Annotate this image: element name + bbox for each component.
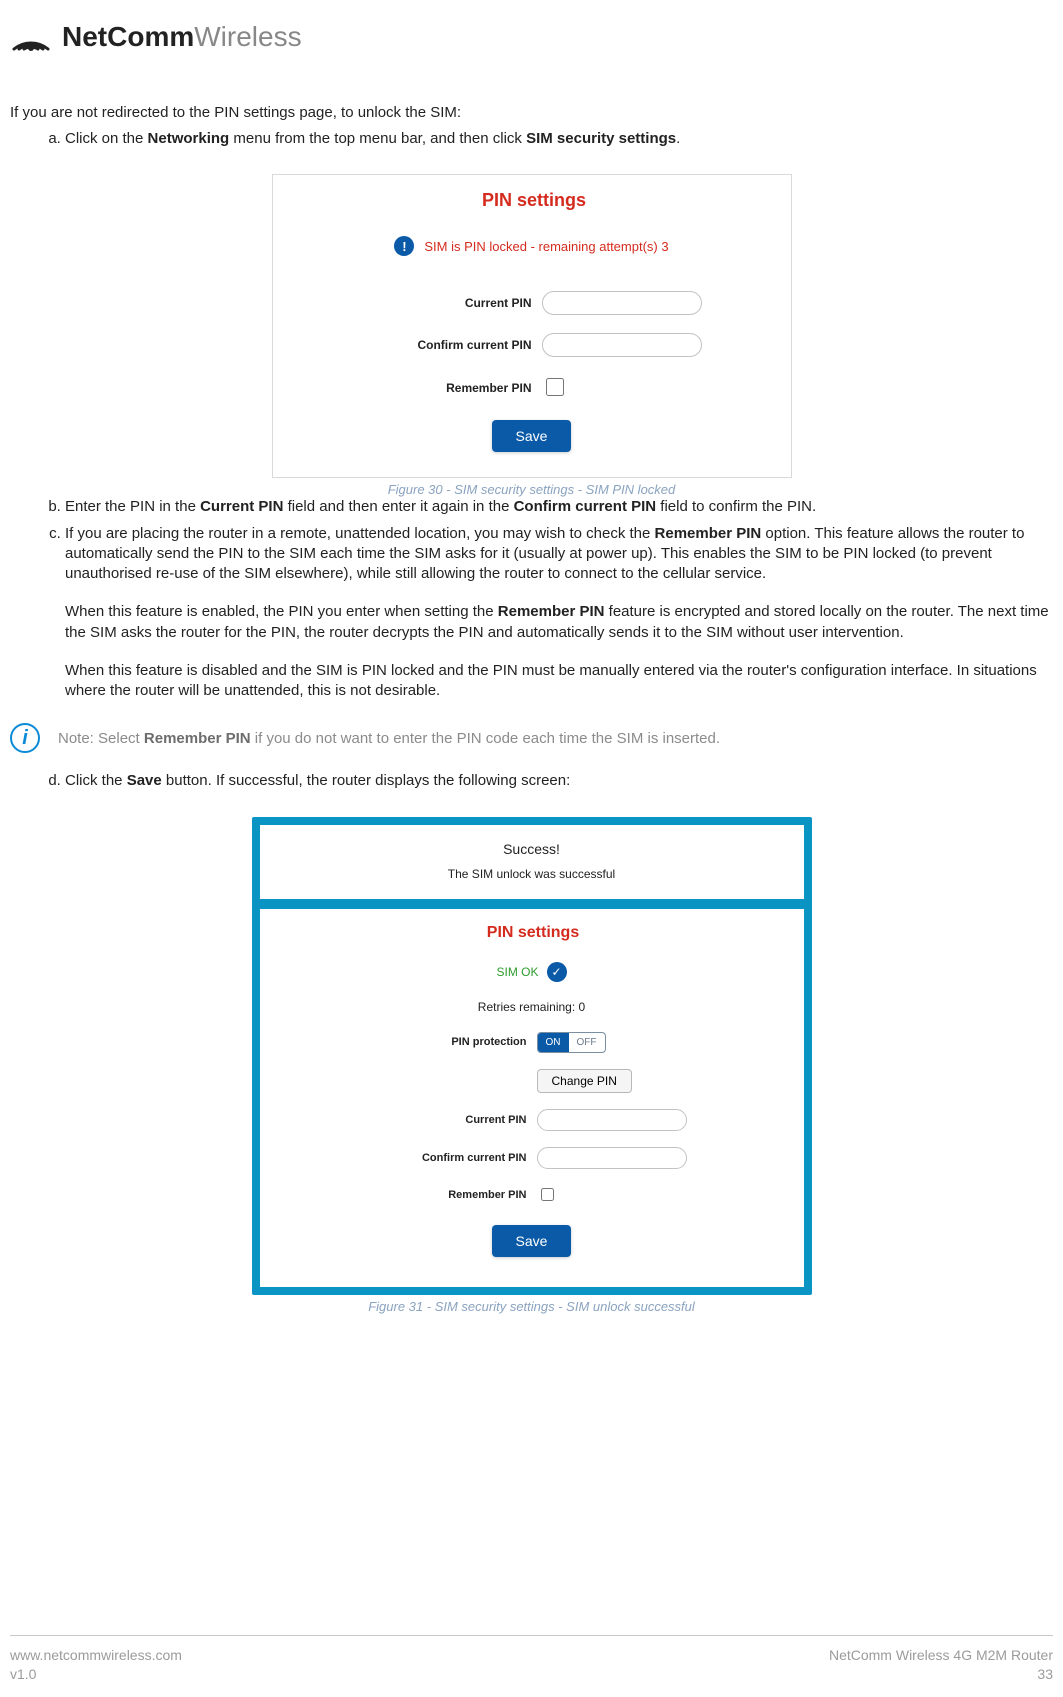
note-block: i Note: Select Remember PIN if you do no… xyxy=(10,723,1053,753)
figure-30-caption: Figure 30 - SIM security settings - SIM … xyxy=(10,482,1053,497)
info-icon: i xyxy=(10,723,40,753)
note-text: Note: Select Remember PIN if you do not … xyxy=(58,730,720,747)
pin-protection-toggle[interactable]: ON OFF xyxy=(537,1032,606,1053)
brand-text: NetCommWireless xyxy=(62,21,302,53)
remember-pin-label-2: Remember PIN xyxy=(367,1189,527,1201)
save-button-2[interactable]: Save xyxy=(492,1225,572,1257)
pin-settings-title: PIN settings xyxy=(298,190,771,211)
brand-name-light: Wireless xyxy=(194,21,301,52)
remember-pin-checkbox-2[interactable] xyxy=(541,1188,554,1201)
footer-url: www.netcommwireless.com xyxy=(10,1646,182,1666)
sim-locked-alert: ! SIM is PIN locked - remaining attempt(… xyxy=(293,236,771,256)
confirm-pin-label-2: Confirm current PIN xyxy=(367,1152,527,1164)
pin-settings-panel-success: Success! The SIM unlock was successful P… xyxy=(252,817,812,1295)
step-b: Enter the PIN in the Current PIN field a… xyxy=(65,497,1053,517)
step-a: Click on the Networking menu from the to… xyxy=(65,129,1053,149)
alert-icon: ! xyxy=(394,236,414,256)
toggle-off[interactable]: OFF xyxy=(569,1033,605,1052)
pin-settings-title-2: PIN settings xyxy=(283,924,784,942)
footer-page: 33 xyxy=(829,1665,1053,1685)
page-footer: www.netcommwireless.com v1.0 NetComm Wir… xyxy=(10,1635,1053,1685)
confirm-pin-input[interactable] xyxy=(542,333,702,357)
success-message: The SIM unlock was successful xyxy=(278,867,786,881)
remember-pin-label: Remember PIN xyxy=(362,381,532,395)
save-button[interactable]: Save xyxy=(492,420,572,452)
intro-text: If you are not redirected to the PIN set… xyxy=(10,104,1053,121)
footer-version: v1.0 xyxy=(10,1665,182,1685)
pin-settings-panel-locked: PIN settings ! SIM is PIN locked - remai… xyxy=(272,174,792,478)
confirm-pin-label: Confirm current PIN xyxy=(362,338,532,352)
confirm-pin-input-2[interactable] xyxy=(537,1147,687,1169)
sim-ok-text: SIM OK xyxy=(496,965,538,979)
step-d: Click the Save button. If successful, th… xyxy=(65,771,1053,791)
brand-logo: NetCommWireless xyxy=(10,20,1053,54)
success-title: Success! xyxy=(278,841,786,857)
brand-name-bold: NetComm xyxy=(62,21,194,52)
remember-pin-checkbox[interactable] xyxy=(546,378,564,396)
alert-message: SIM is PIN locked - remaining attempt(s)… xyxy=(424,239,668,254)
success-banner: Success! The SIM unlock was successful xyxy=(260,825,804,899)
toggle-on[interactable]: ON xyxy=(538,1033,569,1052)
current-pin-label-2: Current PIN xyxy=(367,1114,527,1126)
step-c: If you are placing the router in a remot… xyxy=(65,524,1053,702)
check-icon: ✓ xyxy=(547,962,567,982)
figure-30: PIN settings ! SIM is PIN locked - remai… xyxy=(10,174,1053,497)
pin-protection-label: PIN protection xyxy=(367,1036,527,1048)
panel-divider xyxy=(260,899,804,909)
figure-31-caption: Figure 31 - SIM security settings - SIM … xyxy=(10,1299,1053,1314)
retries-remaining: Retries remaining: 0 xyxy=(280,1000,784,1014)
figure-31: Success! The SIM unlock was successful P… xyxy=(10,817,1053,1314)
current-pin-label: Current PIN xyxy=(362,296,532,310)
current-pin-input[interactable] xyxy=(542,291,702,315)
footer-product: NetComm Wireless 4G M2M Router xyxy=(829,1646,1053,1666)
sim-ok-status: SIM OK ✓ xyxy=(280,962,784,982)
brand-wireless-icon xyxy=(10,20,52,54)
change-pin-button[interactable]: Change PIN xyxy=(537,1069,632,1093)
current-pin-input-2[interactable] xyxy=(537,1109,687,1131)
